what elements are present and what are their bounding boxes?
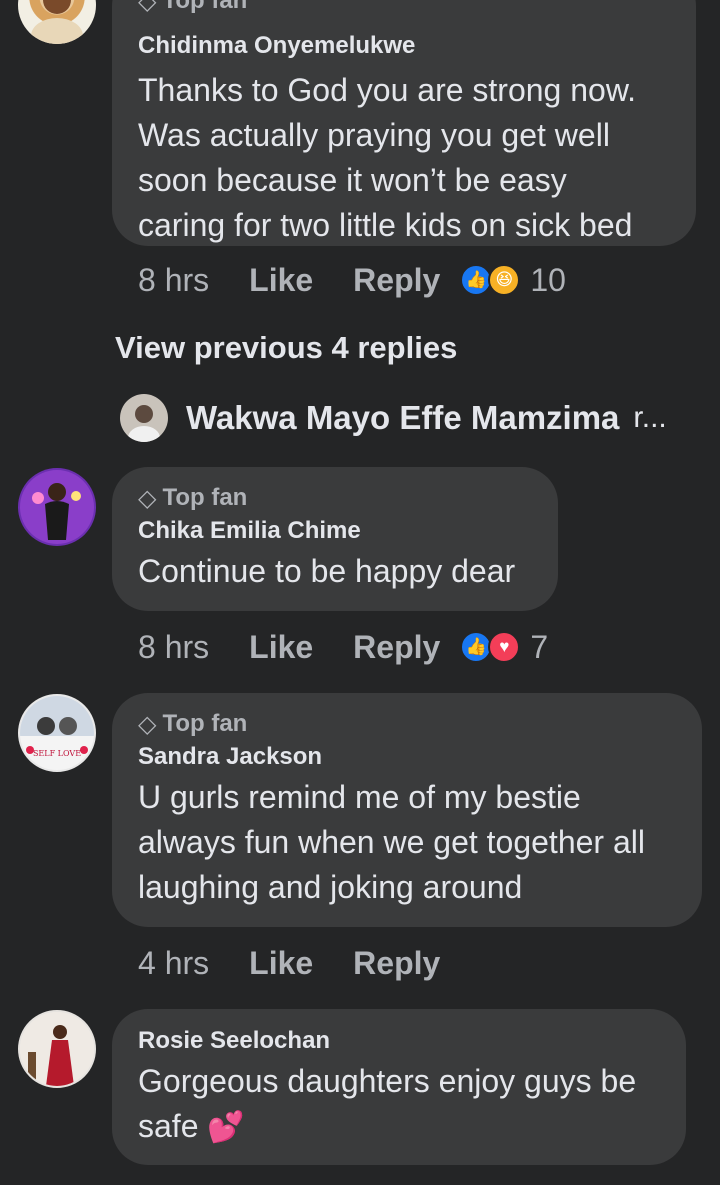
reply-button[interactable]: Reply [353, 262, 440, 299]
comment-text: Thanks to God you are strong now. Was ac… [138, 72, 637, 243]
reply-avatar-photo [128, 405, 160, 442]
top-fan-badge: ◇ Top fan [138, 710, 248, 738]
avatar[interactable] [18, 0, 96, 44]
diamond-icon: ◇ [138, 0, 157, 15]
comment-bubble: ◇ Top fan Chidinma Onyemelukwe Thanks to… [112, 0, 696, 246]
reaction-summary[interactable]: 👍 😆 [460, 264, 521, 296]
like-button[interactable]: Like [249, 262, 313, 299]
avatar[interactable] [18, 468, 96, 546]
comment-bubble: ◇ Top fan Chika Emilia Chime Continue to… [112, 467, 558, 611]
comment-text: U gurls remind me of my bestie always fu… [138, 779, 645, 905]
reaction-summary[interactable]: 👍 ♥ [460, 631, 521, 663]
avatar-photo [31, 0, 83, 44]
avatar[interactable]: SELF LOVE [18, 694, 96, 772]
reply-avatar [120, 394, 168, 442]
like-button[interactable]: Like [249, 945, 313, 982]
reply-button[interactable]: Reply [353, 945, 440, 982]
comment-actions: 8 hrs Like Reply 👍 ♥ 7 [138, 627, 548, 667]
top-fan-badge: ◇ Top fan [138, 0, 670, 16]
svg-text:SELF LOVE: SELF LOVE [33, 749, 81, 758]
diamond-icon: ◇ [138, 710, 157, 738]
two-hearts-emoji: 💕 [207, 1111, 245, 1144]
avatar-photo [20, 1012, 94, 1086]
comment-bubble: Rosie Seelochan Gorgeous daughters enjoy… [112, 1009, 686, 1165]
commenter-name[interactable]: Chika Emilia Chime [138, 515, 532, 547]
commenter-name[interactable]: Chidinma Onyemelukwe [138, 30, 670, 62]
comment-actions: 8 hrs Like Reply 👍 😆 10 [138, 260, 566, 300]
love-icon: ♥ [488, 631, 521, 663]
comment-bubble: ◇ Top fan Sandra Jackson U gurls remind … [112, 693, 702, 927]
timestamp[interactable]: 4 hrs [138, 945, 209, 982]
reaction-count[interactable]: 10 [530, 262, 566, 299]
reply-author-name: Wakwa Mayo Effe Mamzima [186, 399, 620, 436]
commenter-name[interactable]: Rosie Seelochan [138, 1025, 660, 1057]
comment-actions: 4 hrs Like Reply [138, 943, 460, 983]
commenter-name[interactable]: Sandra Jackson [138, 741, 676, 773]
avatar-photo [20, 470, 94, 544]
reply-button[interactable]: Reply [353, 629, 440, 666]
diamond-icon: ◇ [138, 484, 157, 512]
reply-preview-text: r... [633, 401, 667, 434]
avatar-photo: SELF LOVE [20, 696, 94, 758]
haha-icon: 😆 [488, 264, 521, 296]
comment-text: Continue to be happy dear [138, 553, 516, 589]
view-previous-replies-link[interactable]: View previous 4 replies [115, 330, 457, 366]
like-button[interactable]: Like [249, 629, 313, 666]
reply-preview[interactable]: Wakwa Mayo Effe Mamzima r... [120, 394, 667, 442]
timestamp[interactable]: 8 hrs [138, 262, 209, 299]
reaction-count[interactable]: 7 [530, 629, 548, 666]
timestamp[interactable]: 8 hrs [138, 629, 209, 666]
top-fan-badge: ◇ Top fan [138, 484, 248, 512]
avatar[interactable] [18, 1010, 96, 1088]
comment-text: Gorgeous daughters enjoy guys be safe 💕 [138, 1063, 637, 1144]
